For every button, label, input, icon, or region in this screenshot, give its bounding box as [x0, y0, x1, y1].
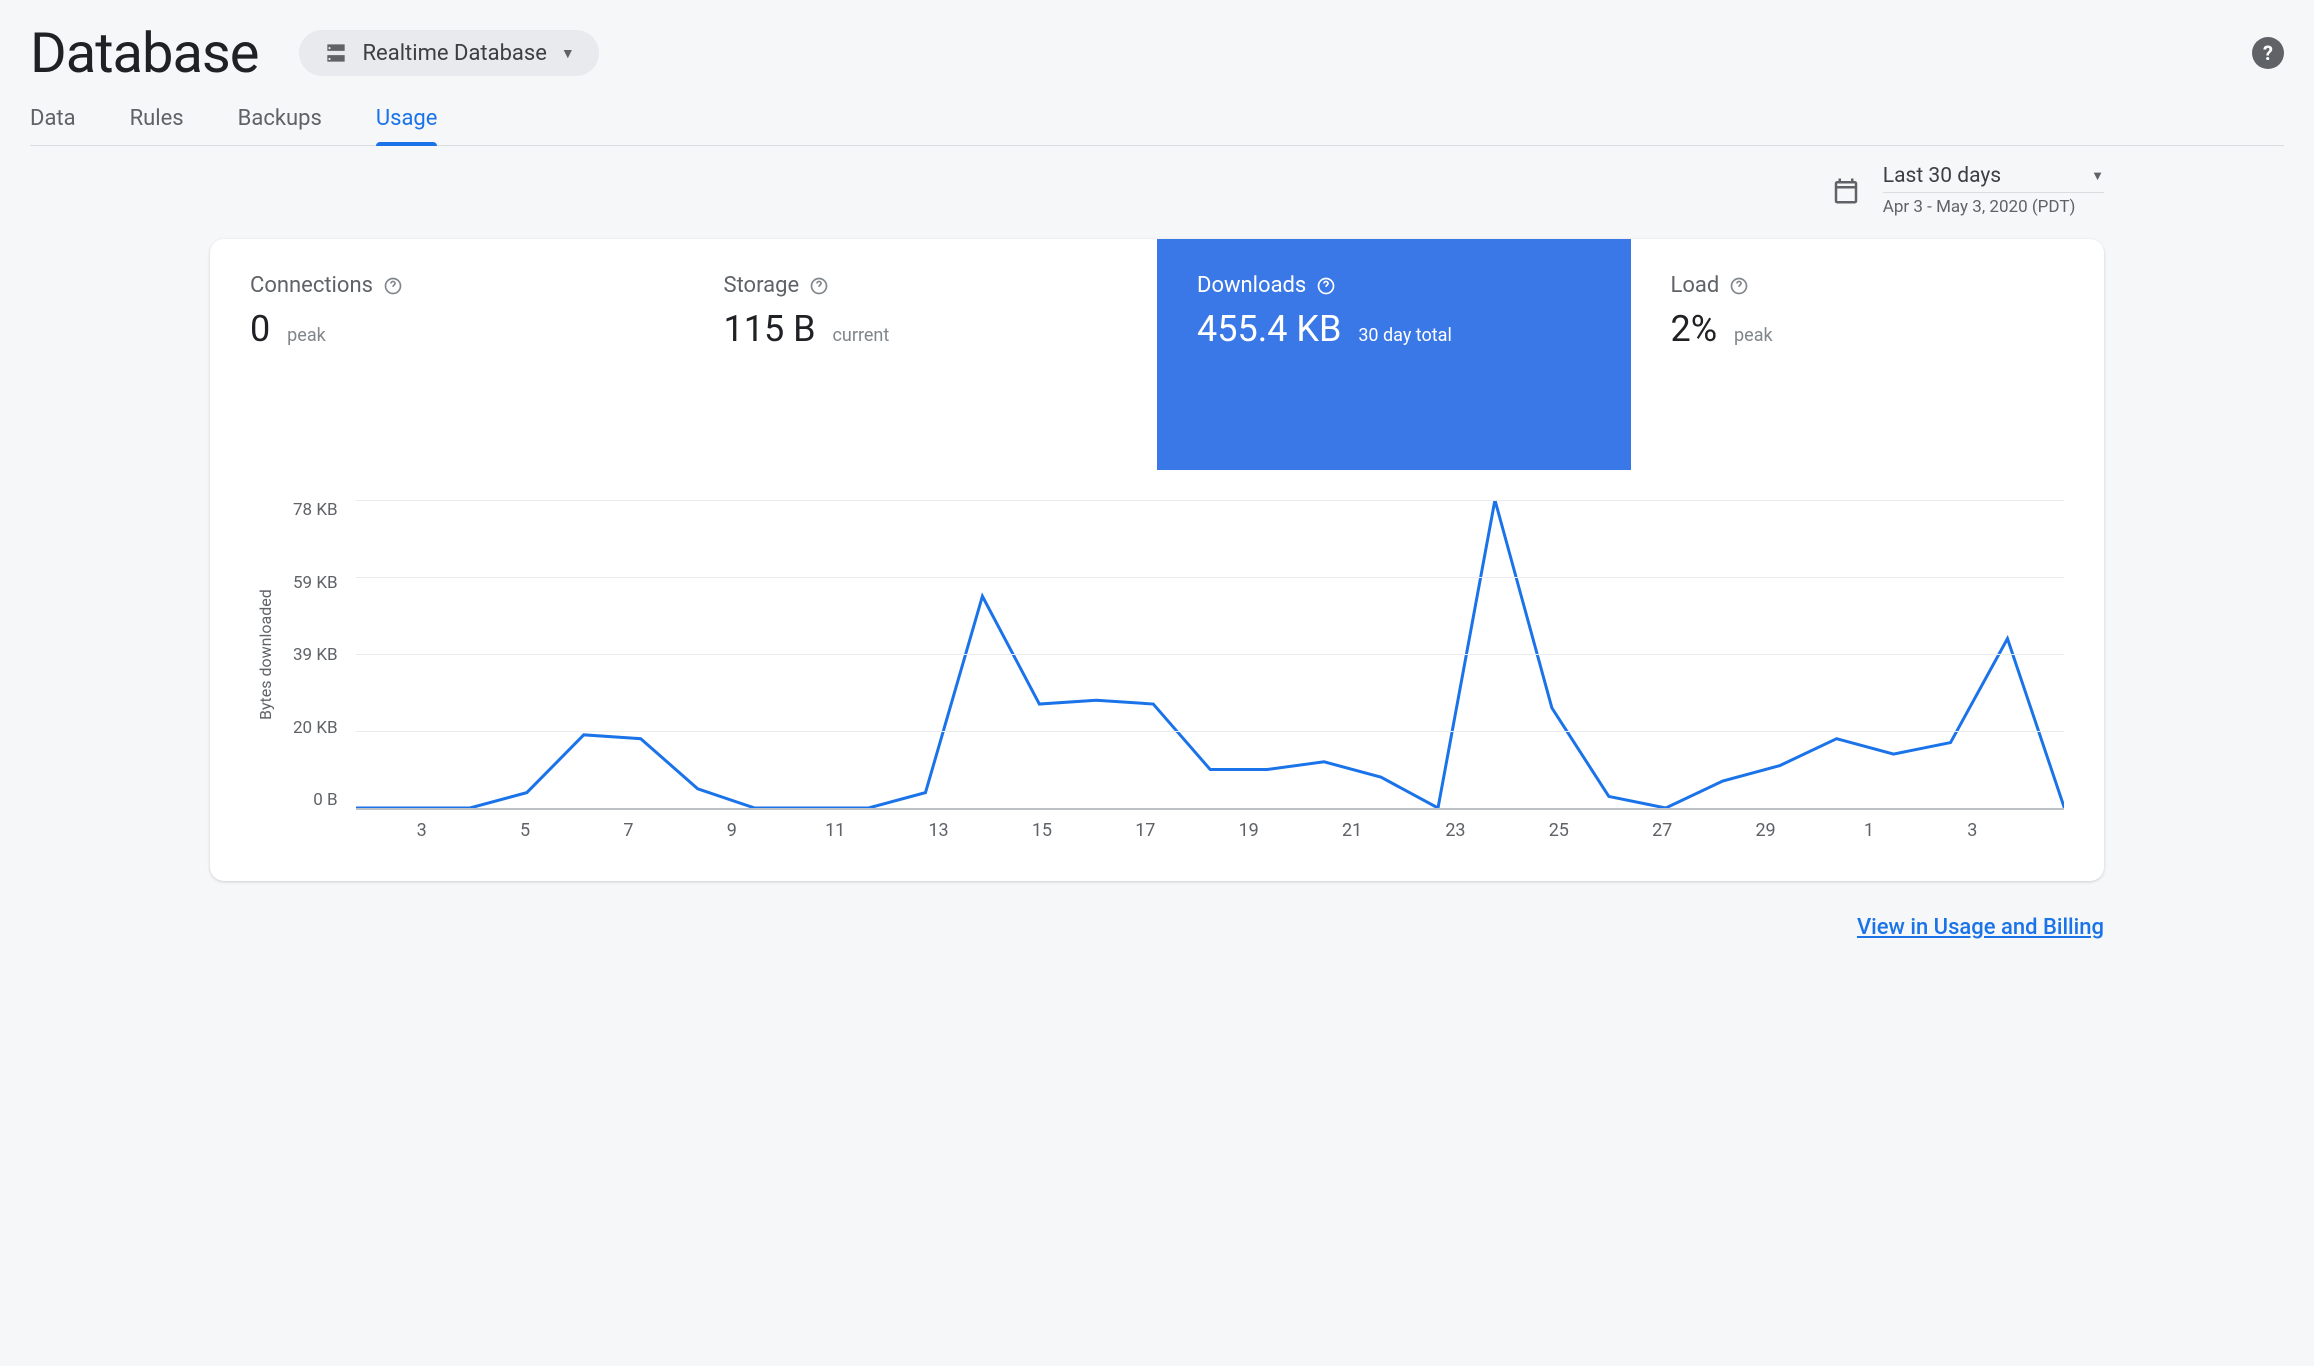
help-outline-icon[interactable] [809, 276, 829, 296]
chart-y-axis: 78 KB59 KB39 KB20 KB0 B [283, 500, 348, 810]
tab-rules[interactable]: Rules [130, 104, 184, 145]
date-range-picker[interactable]: Last 30 days ▼ Apr 3 - May 3, 2020 (PDT) [1883, 164, 2104, 217]
help-outline-icon[interactable] [383, 276, 403, 296]
chevron-down-icon: ▼ [561, 45, 575, 62]
help-outline-icon[interactable] [1316, 276, 1336, 296]
metric-storage[interactable]: Storage 115 B current [684, 239, 1158, 470]
date-range-label: Last 30 days [1883, 164, 2001, 188]
metric-downloads-sub: 30 day total [1358, 325, 1452, 346]
metric-downloads[interactable]: Downloads 455.4 KB 30 day total [1157, 239, 1631, 470]
tab-usage[interactable]: Usage [376, 104, 438, 145]
metric-storage-value: 115 B [724, 308, 816, 350]
metric-downloads-value: 455.4 KB [1197, 308, 1341, 350]
help-outline-icon[interactable] [1729, 276, 1749, 296]
metric-connections[interactable]: Connections 0 peak [210, 239, 684, 470]
database-icon [323, 40, 349, 66]
tab-bar: Data Rules Backups Usage [30, 104, 2284, 146]
usage-billing-link[interactable]: View in Usage and Billing [1857, 915, 2104, 940]
chart-x-axis: 35791113151719212325272913 [250, 820, 2064, 841]
metric-connections-sub: peak [287, 325, 326, 346]
chart-y-axis-label: Bytes downloaded [250, 500, 275, 810]
metric-downloads-title: Downloads [1197, 273, 1306, 298]
page-title: Database [30, 20, 259, 86]
metric-storage-sub: current [833, 325, 890, 346]
chart-plot-area [356, 500, 2064, 810]
usage-card: Connections 0 peak Storage 115 B current… [210, 239, 2104, 881]
downloads-chart: Bytes downloaded 78 KB59 KB39 KB20 KB0 B… [210, 470, 2104, 881]
database-selector[interactable]: Realtime Database ▼ [299, 30, 599, 76]
calendar-icon [1831, 176, 1861, 206]
metric-storage-title: Storage [724, 273, 800, 298]
metric-load-value: 2% [1671, 308, 1718, 350]
date-range-detail: Apr 3 - May 3, 2020 (PDT) [1883, 197, 2104, 217]
metric-load-title: Load [1671, 273, 1720, 298]
database-selector-label: Realtime Database [363, 41, 547, 66]
tab-backups[interactable]: Backups [238, 104, 322, 145]
chevron-down-icon: ▼ [2091, 168, 2104, 184]
metric-load[interactable]: Load 2% peak [1631, 239, 2105, 470]
metric-load-sub: peak [1734, 325, 1773, 346]
tab-data[interactable]: Data [30, 104, 76, 145]
metric-connections-value: 0 [250, 308, 270, 350]
help-button[interactable]: ? [2252, 37, 2284, 69]
metric-connections-title: Connections [250, 273, 373, 298]
